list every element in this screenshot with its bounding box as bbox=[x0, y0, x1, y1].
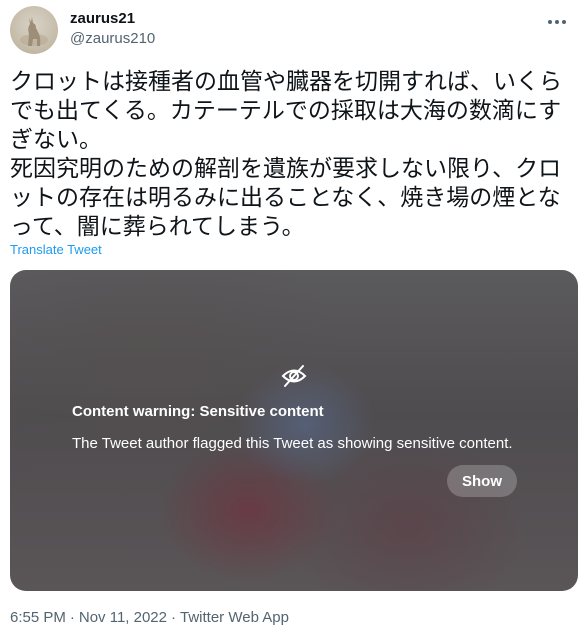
tweet-date[interactable]: Nov 11, 2022 bbox=[79, 609, 167, 626]
sensitive-media-card[interactable]: Content warning: Sensitive content The T… bbox=[10, 270, 578, 591]
eye-slash-icon bbox=[281, 365, 307, 387]
author-name[interactable]: zaurus21 bbox=[70, 10, 135, 28]
tweet-source: Twitter Web App bbox=[180, 609, 289, 626]
content-warning-body: The Tweet author flagged this Tweet as s… bbox=[72, 435, 513, 452]
tweet-text: クロットは接種者の血管や臓器を切開すれば、いくらでも出てくる。カテーテルでの採取… bbox=[10, 68, 576, 242]
meta-separator: · bbox=[69, 609, 75, 626]
author-handle[interactable]: @zaurus210 bbox=[70, 30, 155, 48]
avatar-deer-image bbox=[20, 17, 48, 46]
content-warning-title: Content warning: Sensitive content bbox=[72, 403, 324, 420]
tweet-meta: 6:55 PM · Nov 11, 2022 · Twitter Web App bbox=[10, 609, 289, 627]
tweet-paragraph: クロットは接種者の血管や臓器を切開すれば、いくらでも出てくる。カテーテルでの採取… bbox=[10, 69, 562, 153]
tweet-paragraph: 死因究明のための解剖を遺族が要求しない限り、クロットの存在は明るみに出ることなく… bbox=[10, 156, 562, 240]
more-horizontal-icon[interactable] bbox=[545, 10, 569, 34]
meta-separator: · bbox=[171, 609, 176, 626]
tweet-time[interactable]: 6:55 PM bbox=[10, 609, 66, 626]
show-button[interactable]: Show bbox=[447, 465, 517, 497]
translate-tweet-link[interactable]: Translate Tweet bbox=[10, 242, 102, 258]
avatar[interactable] bbox=[10, 6, 58, 54]
